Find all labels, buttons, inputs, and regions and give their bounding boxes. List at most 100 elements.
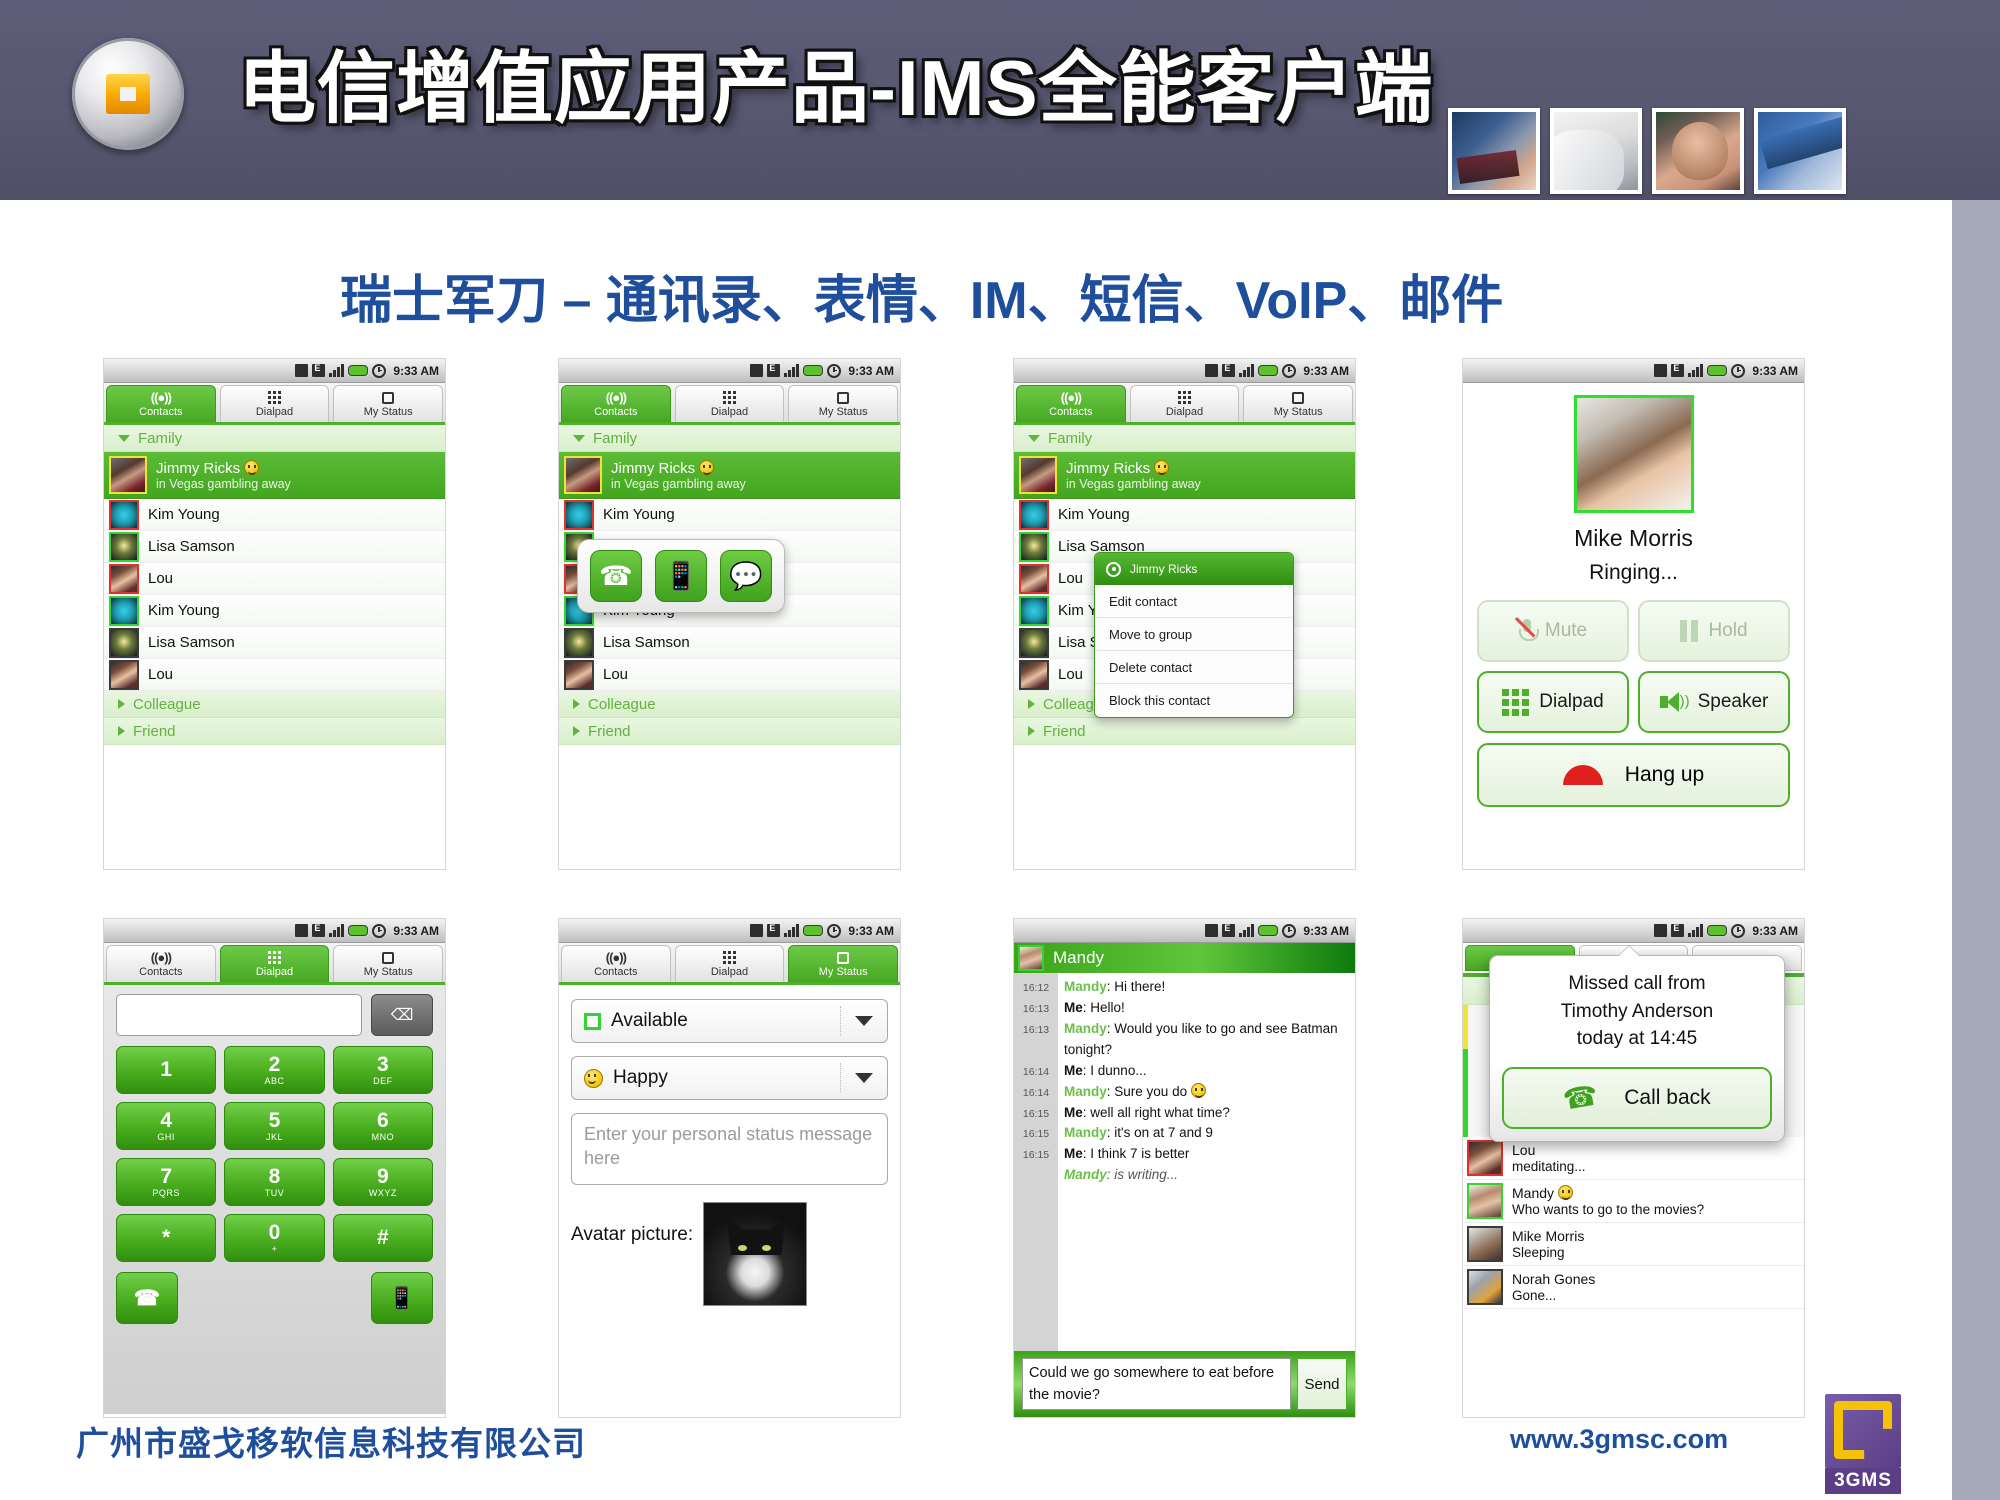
- contact-name: Lisa Samson: [603, 634, 690, 651]
- tab-my-status[interactable]: My Status: [333, 945, 444, 982]
- tab-contacts[interactable]: ((●)) Contacts: [1016, 385, 1126, 422]
- phone-call-icon: ☎: [1560, 1079, 1601, 1116]
- contact-name: Lou: [1512, 1141, 1536, 1158]
- contact-row[interactable]: Norah Gones Gone...: [1463, 1266, 1804, 1309]
- contact-row-selected[interactable]: Jimmy Ricks in Vegas gambling away: [104, 452, 445, 499]
- send-button[interactable]: Send: [1297, 1358, 1347, 1410]
- group-header-colleague[interactable]: Colleague: [559, 691, 900, 718]
- tab-label: Dialpad: [255, 966, 294, 978]
- key-0[interactable]: 0 +: [224, 1214, 325, 1262]
- phone-number-input[interactable]: [116, 994, 362, 1036]
- status-bar: 9:33 AM: [559, 919, 900, 943]
- contact-row-selected[interactable]: Jimmy Ricks in Vegas gambling away: [1014, 452, 1355, 499]
- contact-row[interactable]: Lou meditating...: [1463, 1137, 1804, 1180]
- status-bar: 9:33 AM: [1463, 359, 1804, 383]
- chevron-right-icon: [573, 699, 580, 709]
- caller-avatar: [1573, 395, 1694, 513]
- tab-contacts[interactable]: ((●)) Contacts: [561, 945, 671, 982]
- phone-screen-chat: 9:33 AM Mandy 16:12 Mandy: Hi there! 16:…: [1013, 918, 1356, 1418]
- group-header-friend[interactable]: Friend: [104, 718, 445, 745]
- tab-dialpad[interactable]: Dialpad: [674, 385, 785, 422]
- key-1[interactable]: 1: [116, 1046, 217, 1094]
- square-icon: [837, 390, 850, 405]
- contact-row[interactable]: Lou: [104, 659, 445, 691]
- tab-dialpad[interactable]: Dialpad: [219, 945, 330, 982]
- key-star[interactable]: *: [116, 1214, 217, 1262]
- group-header-colleague[interactable]: Colleague: [104, 691, 445, 718]
- availability-select[interactable]: Available: [571, 999, 888, 1043]
- key-5[interactable]: 5 JKL: [224, 1102, 325, 1150]
- group-label: Friend: [133, 722, 176, 740]
- contact-row[interactable]: Kim Young: [104, 595, 445, 627]
- hang-up-button[interactable]: Hang up: [1477, 743, 1790, 807]
- group-header-family[interactable]: Family: [559, 425, 900, 452]
- group-header-family[interactable]: Family: [1014, 425, 1355, 452]
- contact-row[interactable]: Mike Morris Sleeping: [1463, 1223, 1804, 1266]
- sms-icon[interactable]: 📱: [655, 550, 707, 602]
- phone-call-icon[interactable]: ☎: [590, 550, 642, 602]
- avatar-picture[interactable]: [703, 1202, 808, 1306]
- key-8[interactable]: 8 TUV: [224, 1158, 325, 1206]
- menu-item-delete-contact[interactable]: Delete contact: [1095, 651, 1293, 684]
- contact-row[interactable]: Kim Young: [1014, 499, 1355, 531]
- key-2[interactable]: 2 ABC: [224, 1046, 325, 1094]
- tab-my-status[interactable]: My Status: [1243, 385, 1354, 422]
- mood-select[interactable]: Happy: [571, 1056, 888, 1100]
- key-9[interactable]: 9 WXYZ: [332, 1158, 433, 1206]
- tab-my-status[interactable]: My Status: [333, 385, 444, 422]
- hold-button[interactable]: Hold: [1638, 600, 1790, 662]
- tab-dialpad[interactable]: Dialpad: [219, 385, 330, 422]
- tab-dialpad[interactable]: Dialpad: [1129, 385, 1240, 422]
- group-header-family[interactable]: Family: [104, 425, 445, 452]
- signal-icon: [1688, 924, 1704, 937]
- chat-message: 16:14 Mandy: Sure you do: [1014, 1082, 1349, 1103]
- tab-bar: ((●)) Contacts Dialpad My Status: [1014, 383, 1355, 425]
- key-4[interactable]: 4 GHI: [116, 1102, 217, 1150]
- key-hash[interactable]: #: [332, 1214, 433, 1262]
- menu-item-move-to-group[interactable]: Move to group: [1095, 618, 1293, 651]
- contact-row[interactable]: Lou: [559, 659, 900, 691]
- status-bar: 9:33 AM: [104, 359, 445, 383]
- tab-my-status[interactable]: My Status: [788, 385, 899, 422]
- contact-row[interactable]: Lisa Samson: [559, 627, 900, 659]
- chat-contact-name: Mandy: [1053, 948, 1105, 967]
- chat-message-input[interactable]: Could we go somewhere to eat before the …: [1022, 1358, 1291, 1410]
- button-label: Hang up: [1624, 763, 1705, 786]
- contact-row[interactable]: Lou: [104, 563, 445, 595]
- key-3[interactable]: 3 DEF: [332, 1046, 433, 1094]
- menu-item-edit-contact[interactable]: Edit contact: [1095, 585, 1293, 618]
- contact-row[interactable]: Lisa Samson: [104, 531, 445, 563]
- tab-contacts[interactable]: ((●)) Contacts: [106, 385, 216, 422]
- tab-contacts[interactable]: ((●)) Contacts: [106, 945, 216, 982]
- contact-row[interactable]: Kim Young: [104, 499, 445, 531]
- contact-row[interactable]: Lisa Samson: [104, 627, 445, 659]
- chevron-right-icon: [573, 726, 580, 736]
- dialpad-button[interactable]: Dialpad: [1477, 671, 1629, 733]
- group-header-friend[interactable]: Friend: [1014, 718, 1355, 745]
- key-6[interactable]: 6 MNO: [332, 1102, 433, 1150]
- sms-button[interactable]: 📱: [371, 1272, 433, 1324]
- smiley-icon: [699, 459, 715, 475]
- keypad-icon: [268, 390, 281, 405]
- menu-item-block-contact[interactable]: Block this contact: [1095, 684, 1293, 717]
- contact-row[interactable]: Kim Young: [559, 499, 900, 531]
- status-message-input[interactable]: Enter your personal status message here: [571, 1113, 888, 1185]
- key-7[interactable]: 7 PQRS: [116, 1158, 217, 1206]
- backspace-icon[interactable]: ⌫: [371, 994, 433, 1036]
- group-label: Colleague: [588, 695, 656, 713]
- chat-bubble-icon[interactable]: 💬: [720, 550, 772, 602]
- contact-row[interactable]: Mandy Who wants to go to the movies?: [1463, 1180, 1804, 1223]
- group-header-friend[interactable]: Friend: [559, 718, 900, 745]
- tab-dialpad[interactable]: Dialpad: [674, 945, 785, 982]
- mute-button[interactable]: Mute: [1477, 600, 1629, 662]
- contact-row-selected[interactable]: Jimmy Ricks in Vegas gambling away: [559, 452, 900, 499]
- tab-my-status[interactable]: My Status: [788, 945, 899, 982]
- chat-message: 16:13 Mandy: Would you like to go and se…: [1014, 1019, 1349, 1061]
- tab-contacts[interactable]: ((●)) Contacts: [561, 385, 671, 422]
- contact-context-menu: Jimmy Ricks Edit contact Move to group D…: [1094, 552, 1294, 718]
- speaker-button[interactable]: )) Speaker: [1638, 671, 1790, 733]
- avatar: [564, 456, 602, 494]
- call-back-button[interactable]: ☎ Call back: [1502, 1066, 1772, 1129]
- call-button[interactable]: ☎: [116, 1272, 178, 1324]
- edge-icon: [1222, 923, 1236, 937]
